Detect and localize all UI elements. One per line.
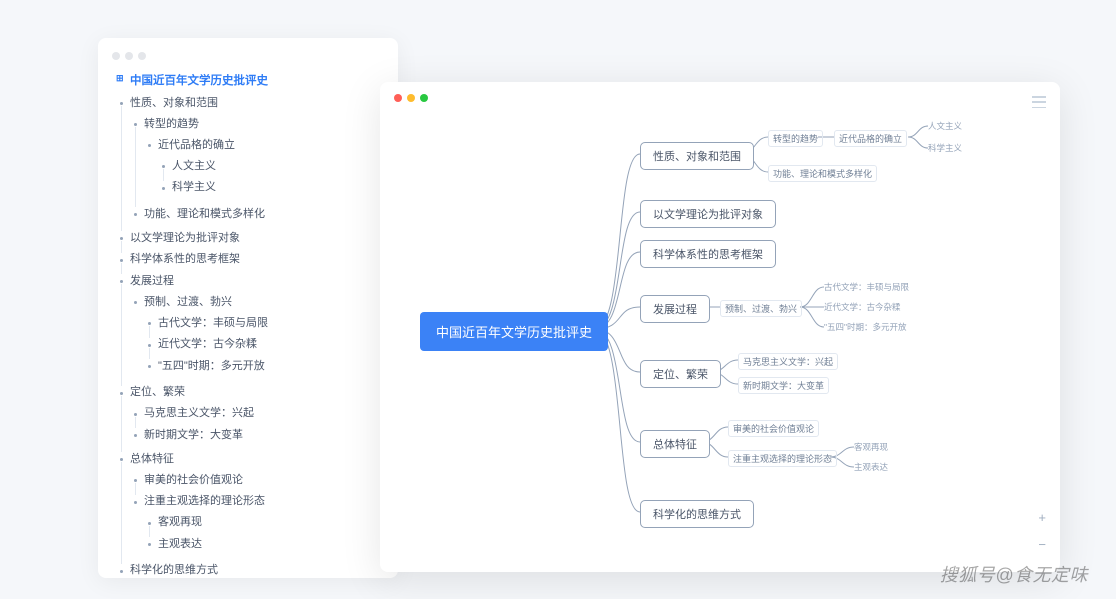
- outline-label: 科学主义: [172, 181, 216, 193]
- outline-item[interactable]: 新时期文学：大变革: [130, 424, 380, 446]
- zoom-controls: + −: [1038, 510, 1046, 552]
- outline-label: 发展过程: [130, 275, 174, 287]
- outline-window: 中国近百年文学历史批评史 性质、对象和范围 转型的趋势 近代品格的确立 人文主义…: [98, 38, 398, 578]
- outline-label: 人文主义: [172, 160, 216, 172]
- outline-label: 功能、理论和模式多样化: [144, 208, 265, 220]
- mindmap-window: 中国近百年文学历史批评史 性质、对象和范围 以文学理论为批评对象 科学体系性的思…: [380, 82, 1060, 572]
- mindmap-root[interactable]: 中国近百年文学历史批评史: [420, 312, 608, 351]
- outline-label: 近代文学：古今杂糅: [158, 338, 257, 350]
- mindmap-leaf[interactable]: 近代品格的确立: [834, 130, 907, 147]
- mindmap-tiny[interactable]: 人文主义: [928, 120, 962, 132]
- mindmap-node[interactable]: 科学体系性的思考框架: [640, 240, 776, 268]
- outline-label: 主观表达: [158, 538, 202, 550]
- outline-label: 注重主观选择的理论形态: [144, 495, 265, 507]
- mindmap-tiny[interactable]: 主观表达: [854, 461, 888, 473]
- window-dot[interactable]: [125, 52, 133, 60]
- outline-item[interactable]: 古代文学：丰硕与局限: [144, 312, 380, 334]
- outline-label: 科学化的思维方式: [130, 564, 218, 576]
- outline-item[interactable]: 功能、理论和模式多样化: [130, 203, 380, 225]
- outline-item[interactable]: 马克思主义文学：兴起: [130, 403, 380, 425]
- outline-label: 科学体系性的思考框架: [130, 253, 240, 265]
- outline-label: 新时期文学：大变革: [144, 429, 243, 441]
- mindmap-leaf[interactable]: 马克思主义文学：兴起: [738, 353, 838, 370]
- outline-label: 预制、过渡、勃兴: [144, 296, 232, 308]
- outline-item[interactable]: 发展过程 预制、过渡、勃兴 古代文学：丰硕与局限 近代文学：古今杂糅 "五四"时…: [116, 270, 380, 382]
- outline-item[interactable]: 人文主义: [158, 155, 380, 177]
- outline-item[interactable]: 定位、繁荣 马克思主义文学：兴起 新时期文学：大变革: [116, 382, 380, 449]
- window-dot[interactable]: [138, 52, 146, 60]
- zoom-out-button[interactable]: −: [1038, 537, 1046, 552]
- outline-item[interactable]: 科学体系性的思考框架: [116, 249, 380, 271]
- outline-item[interactable]: 科学主义: [158, 177, 380, 199]
- mindmap-tiny[interactable]: "五四"时期：多元开放: [824, 321, 907, 333]
- mindmap-node[interactable]: 定位、繁荣: [640, 360, 721, 388]
- mindmap-leaf[interactable]: 新时期文学：大变革: [738, 377, 829, 394]
- mindmap-canvas[interactable]: 中国近百年文学历史批评史 性质、对象和范围 以文学理论为批评对象 科学体系性的思…: [380, 82, 1060, 572]
- outline-label: 性质、对象和范围: [130, 97, 218, 109]
- outline-item[interactable]: 总体特征 审美的社会价值观论 注重主观选择的理论形态 客观再现 主观表达: [116, 448, 380, 560]
- watermark: 搜狐号@食无定味: [940, 561, 1088, 587]
- mindmap-leaf[interactable]: 注重主观选择的理论形态: [728, 450, 837, 467]
- outline-label: 马克思主义文学：兴起: [144, 407, 254, 419]
- outline-label: "五四"时期：多元开放: [158, 360, 265, 372]
- outline-item[interactable]: 转型的趋势 近代品格的确立 人文主义 科学主义: [130, 113, 380, 203]
- mindmap-tiny[interactable]: 古代文学：丰硕与局限: [824, 281, 909, 293]
- mindmap-node[interactable]: 以文学理论为批评对象: [640, 200, 776, 228]
- mindmap-leaf[interactable]: 转型的趋势: [768, 130, 823, 147]
- outline-item[interactable]: 科学化的思维方式: [116, 560, 380, 582]
- window-dot[interactable]: [112, 52, 120, 60]
- outline-item[interactable]: "五四"时期：多元开放: [144, 355, 380, 377]
- mindmap-tiny[interactable]: 客观再现: [854, 441, 888, 453]
- window-controls-outline: [98, 50, 398, 70]
- outline-label: 转型的趋势: [144, 118, 199, 130]
- mindmap-leaf[interactable]: 审美的社会价值观论: [728, 420, 819, 437]
- outline-item[interactable]: 主观表达: [144, 533, 380, 555]
- mindmap-tiny[interactable]: 科学主义: [928, 142, 962, 154]
- mindmap-tiny[interactable]: 近代文学：古今杂糅: [824, 301, 901, 313]
- outline-label: 总体特征: [130, 453, 174, 465]
- mindmap-node[interactable]: 性质、对象和范围: [640, 142, 754, 170]
- outline-item[interactable]: 注重主观选择的理论形态 客观再现 主观表达: [130, 491, 380, 558]
- mindmap-leaf[interactable]: 预制、过渡、勃兴: [720, 300, 802, 317]
- mindmap-node[interactable]: 总体特征: [640, 430, 710, 458]
- outline-item[interactable]: 性质、对象和范围 转型的趋势 近代品格的确立 人文主义 科学主义 功能: [116, 92, 380, 227]
- outline-item[interactable]: 以文学理论为批评对象: [116, 227, 380, 249]
- outline-label: 审美的社会价值观论: [144, 474, 243, 486]
- outline-label: 以文学理论为批评对象: [130, 232, 240, 244]
- zoom-in-button[interactable]: +: [1038, 510, 1046, 525]
- outline-label: 古代文学：丰硕与局限: [158, 317, 268, 329]
- outline-item[interactable]: 审美的社会价值观论: [130, 469, 380, 491]
- outline-label: 客观再现: [158, 516, 202, 528]
- outline-tree: 中国近百年文学历史批评史 性质、对象和范围 转型的趋势 近代品格的确立 人文主义…: [98, 70, 398, 581]
- outline-item[interactable]: 客观再现: [144, 512, 380, 534]
- mindmap-node[interactable]: 发展过程: [640, 295, 710, 323]
- outline-title[interactable]: 中国近百年文学历史批评史: [116, 70, 380, 92]
- outline-item[interactable]: 预制、过渡、勃兴 古代文学：丰硕与局限 近代文学：古今杂糅 "五四"时期：多元开…: [130, 291, 380, 379]
- outline-label: 近代品格的确立: [158, 139, 235, 151]
- outline-label: 定位、繁荣: [130, 386, 185, 398]
- outline-item[interactable]: 近代文学：古今杂糅: [144, 334, 380, 356]
- mindmap-node[interactable]: 科学化的思维方式: [640, 500, 754, 528]
- mindmap-leaf[interactable]: 功能、理论和模式多样化: [768, 165, 877, 182]
- outline-item[interactable]: 近代品格的确立 人文主义 科学主义: [144, 134, 380, 201]
